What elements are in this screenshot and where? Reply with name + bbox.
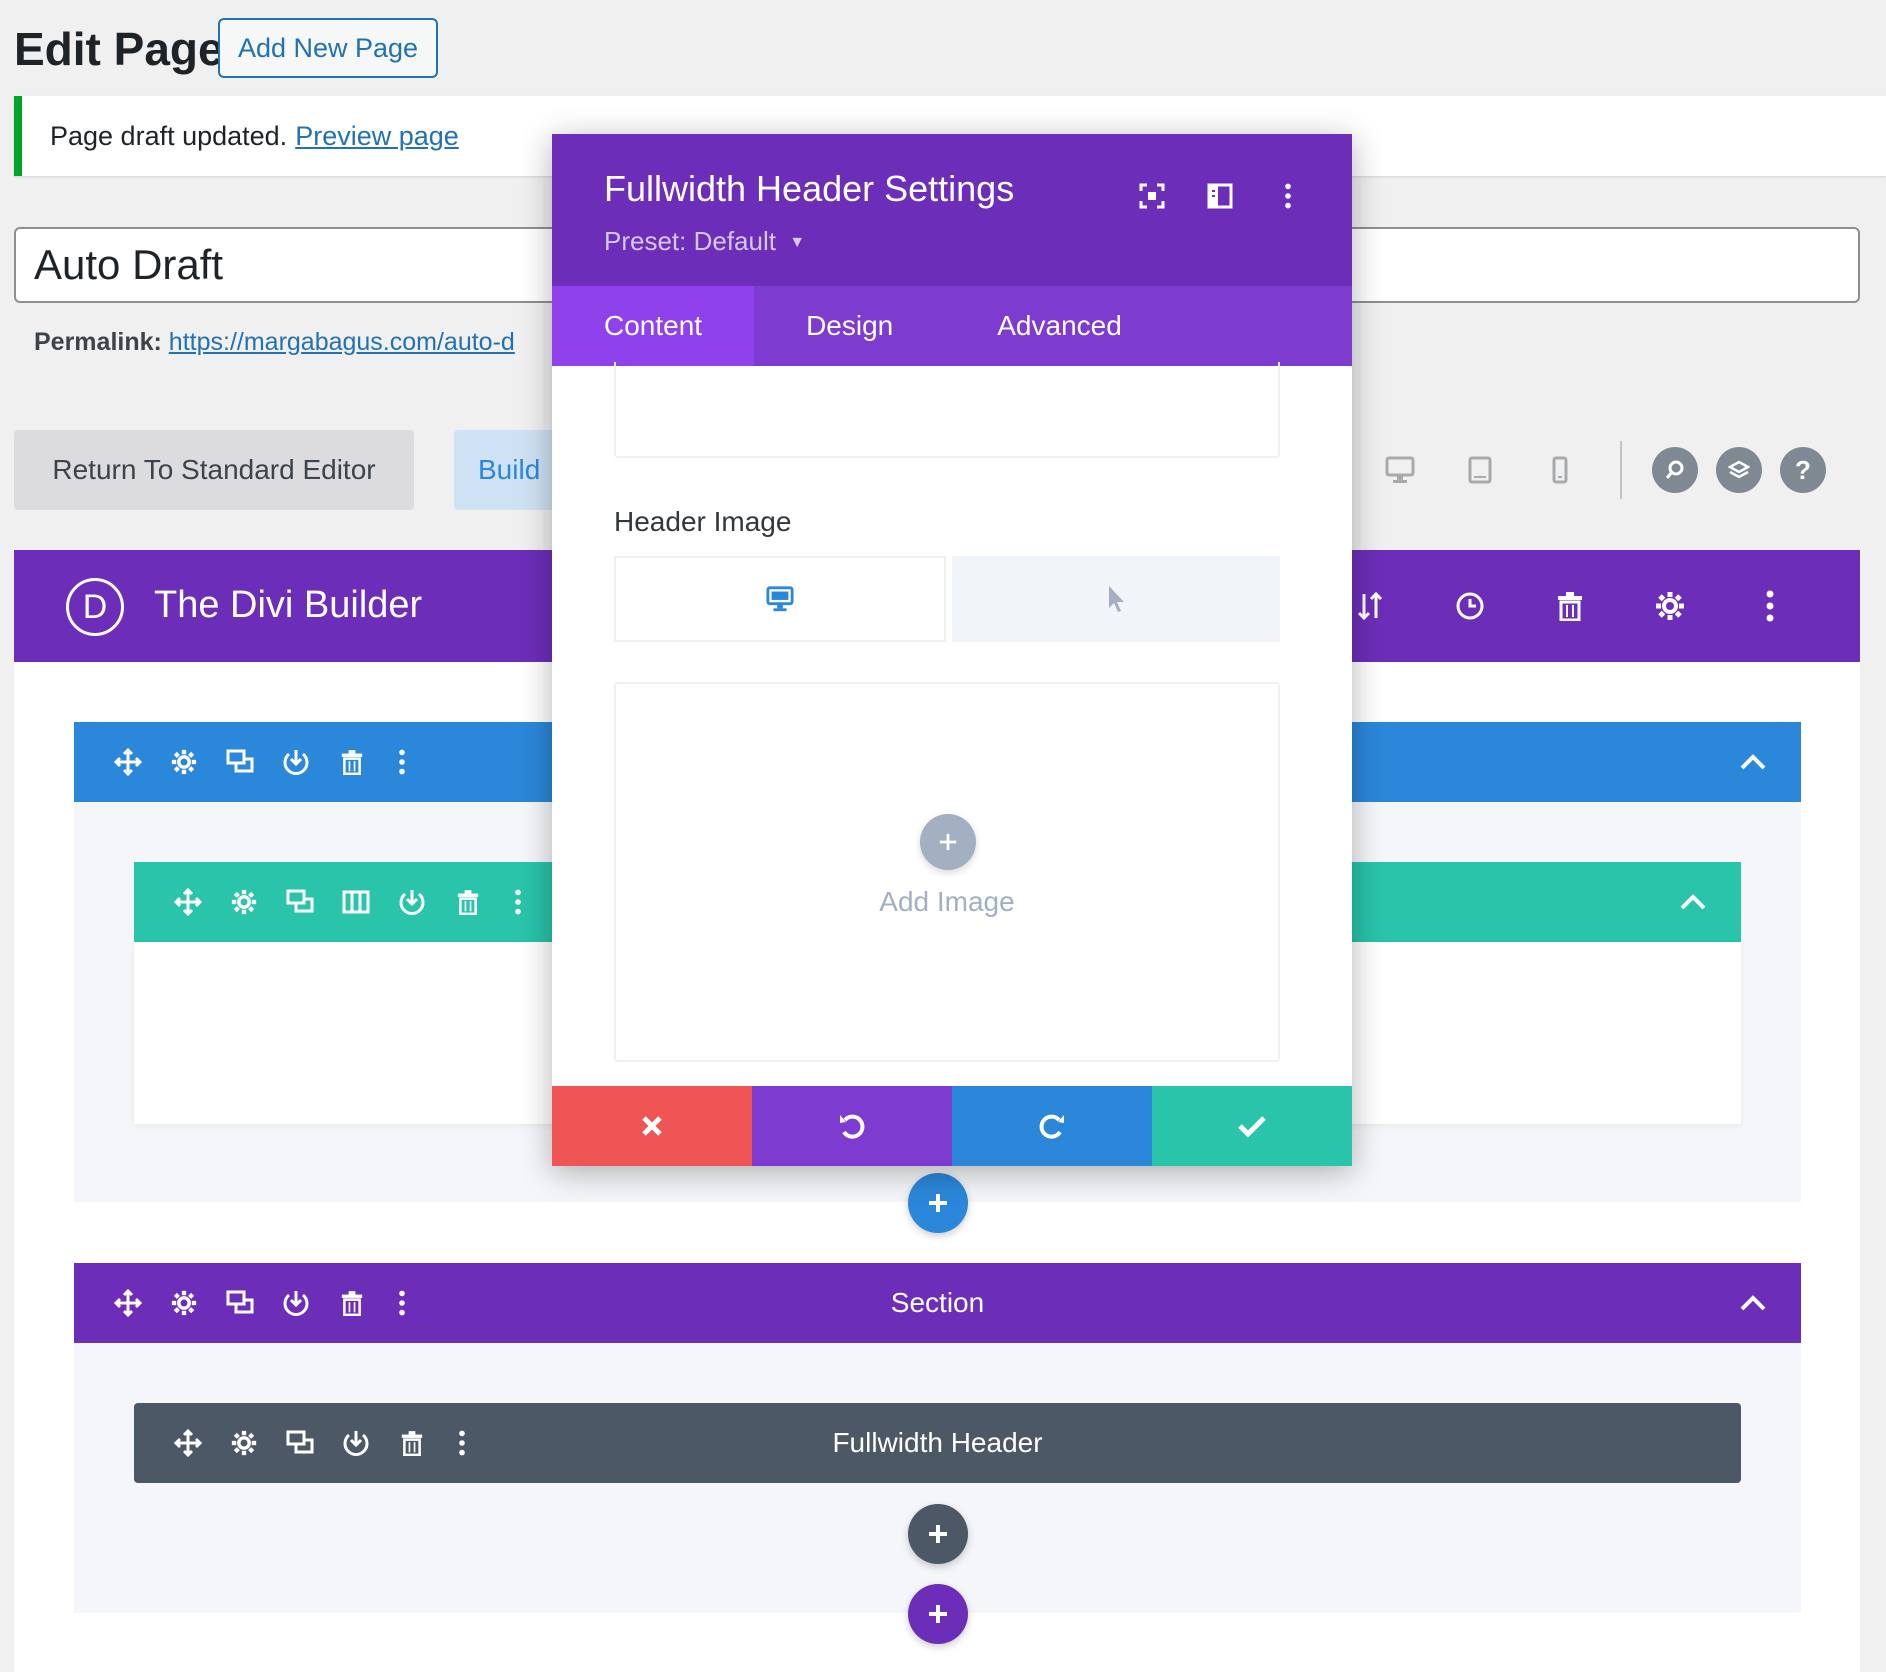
image-upload-area[interactable]: Add Image xyxy=(614,682,1280,1062)
toolbar-divider xyxy=(1620,441,1622,499)
builder-actions xyxy=(1320,576,1820,636)
collapse-chevron-icon[interactable] xyxy=(1673,882,1713,922)
fullwidth-header-module[interactable]: Fullwidth Header xyxy=(134,1403,1741,1483)
phone-icon[interactable] xyxy=(1520,440,1600,500)
collapse-chevron-icon[interactable] xyxy=(1733,1283,1773,1323)
redo-icon xyxy=(1039,1114,1064,1139)
modal-title: Fullwidth Header Settings xyxy=(604,168,1015,209)
duplicate-icon[interactable] xyxy=(212,734,268,790)
trash-icon[interactable] xyxy=(384,1415,440,1471)
permalink-url[interactable]: https://margabagus.com/auto-d xyxy=(169,328,515,356)
add-new-page-button[interactable]: Add New Page xyxy=(218,18,438,78)
snap-sidebar-icon[interactable] xyxy=(1186,174,1254,218)
desktop-icon[interactable] xyxy=(1360,440,1440,500)
tablet-icon[interactable] xyxy=(1440,440,1520,500)
fullwidth-header-settings-modal: Fullwidth Header Settings Preset: Defaul… xyxy=(552,134,1352,1166)
history-icon[interactable] xyxy=(1420,576,1520,636)
undo-icon xyxy=(840,1114,865,1139)
move-icon[interactable] xyxy=(100,734,156,790)
collapse-chevron-icon[interactable] xyxy=(1733,742,1773,782)
search-icon[interactable] xyxy=(1652,447,1698,493)
add-image-plus-icon[interactable] xyxy=(920,814,976,870)
header-image-state-tabs xyxy=(614,556,1280,642)
gear-icon[interactable] xyxy=(216,1415,272,1471)
more-icon[interactable] xyxy=(496,874,540,930)
move-icon[interactable] xyxy=(100,1275,156,1331)
row-toolbar xyxy=(134,874,540,930)
modal-header: Fullwidth Header Settings Preset: Defaul… xyxy=(552,134,1352,286)
trash-icon[interactable] xyxy=(440,874,496,930)
help-icon[interactable]: ? xyxy=(1780,447,1826,493)
modal-body: Header Image Add Image xyxy=(552,362,1352,1086)
desktop-icon[interactable] xyxy=(614,556,946,642)
modal-tabs: Content Design Advanced xyxy=(552,286,1352,366)
tab-content[interactable]: Content xyxy=(552,286,755,366)
save-to-library-icon[interactable] xyxy=(384,874,440,930)
return-standard-editor-button[interactable]: Return To Standard Editor xyxy=(14,430,414,510)
layers-icon[interactable] xyxy=(1716,447,1762,493)
duplicate-icon[interactable] xyxy=(212,1275,268,1331)
gear-icon[interactable] xyxy=(156,734,212,790)
text-field[interactable] xyxy=(614,362,1280,458)
view-mode-toolbar: ? xyxy=(1360,440,1844,500)
add-module-button[interactable] xyxy=(908,1504,968,1564)
more-icon[interactable] xyxy=(440,1415,484,1471)
more-icon[interactable] xyxy=(380,1275,424,1331)
redo-button[interactable] xyxy=(952,1086,1152,1166)
move-icon[interactable] xyxy=(160,874,216,930)
section-toolbar xyxy=(74,1275,424,1331)
gear-icon[interactable] xyxy=(1620,576,1720,636)
trash-icon[interactable] xyxy=(1520,576,1620,636)
section-toolbar xyxy=(74,734,424,790)
tab-design[interactable]: Design xyxy=(754,286,945,366)
trash-icon[interactable] xyxy=(324,1275,380,1331)
more-icon[interactable] xyxy=(380,734,424,790)
save-to-library-icon[interactable] xyxy=(268,1275,324,1331)
cancel-button[interactable] xyxy=(552,1086,752,1166)
trash-icon[interactable] xyxy=(324,734,380,790)
caret-down-icon: ▼ xyxy=(789,234,806,252)
cancel-icon xyxy=(642,1116,662,1136)
undo-button[interactable] xyxy=(752,1086,952,1166)
gear-icon[interactable] xyxy=(216,874,272,930)
page-title: Edit Page xyxy=(14,23,224,75)
add-row-button[interactable] xyxy=(908,1173,968,1233)
save-icon xyxy=(1238,1116,1266,1138)
columns-icon[interactable] xyxy=(328,874,384,930)
fullscreen-icon[interactable] xyxy=(1118,174,1186,218)
builder-title: The Divi Builder xyxy=(154,584,423,626)
tab-advanced[interactable]: Advanced xyxy=(945,286,1174,366)
move-icon[interactable] xyxy=(160,1415,216,1471)
modal-controls xyxy=(1118,174,1322,218)
divi-logo: D xyxy=(66,578,124,636)
add-image-label[interactable]: Add Image xyxy=(616,886,1278,918)
preview-page-link[interactable]: Preview page xyxy=(295,121,459,152)
hover-cursor-icon[interactable] xyxy=(952,556,1280,642)
notice-text: Page draft updated. xyxy=(50,120,288,151)
modal-footer xyxy=(552,1086,1352,1166)
preset-label: Preset: Default xyxy=(604,226,776,256)
module-toolbar xyxy=(134,1415,484,1471)
section-2-bar[interactable]: Section xyxy=(74,1263,1801,1343)
add-section-button[interactable] xyxy=(908,1584,968,1644)
duplicate-icon[interactable] xyxy=(272,874,328,930)
header-image-label: Header Image xyxy=(614,506,792,537)
permalink-label: Permalink: xyxy=(34,328,162,356)
save-to-library-icon[interactable] xyxy=(268,734,324,790)
preset-dropdown[interactable]: Preset: Default ▼ xyxy=(604,226,805,257)
save-to-library-icon[interactable] xyxy=(328,1415,384,1471)
gear-icon[interactable] xyxy=(156,1275,212,1331)
permalink: Permalink: https://margabagus.com/auto-d xyxy=(34,328,515,357)
more-icon[interactable] xyxy=(1720,576,1820,636)
duplicate-icon[interactable] xyxy=(272,1415,328,1471)
save-button[interactable] xyxy=(1152,1086,1352,1166)
more-icon[interactable] xyxy=(1254,174,1322,218)
